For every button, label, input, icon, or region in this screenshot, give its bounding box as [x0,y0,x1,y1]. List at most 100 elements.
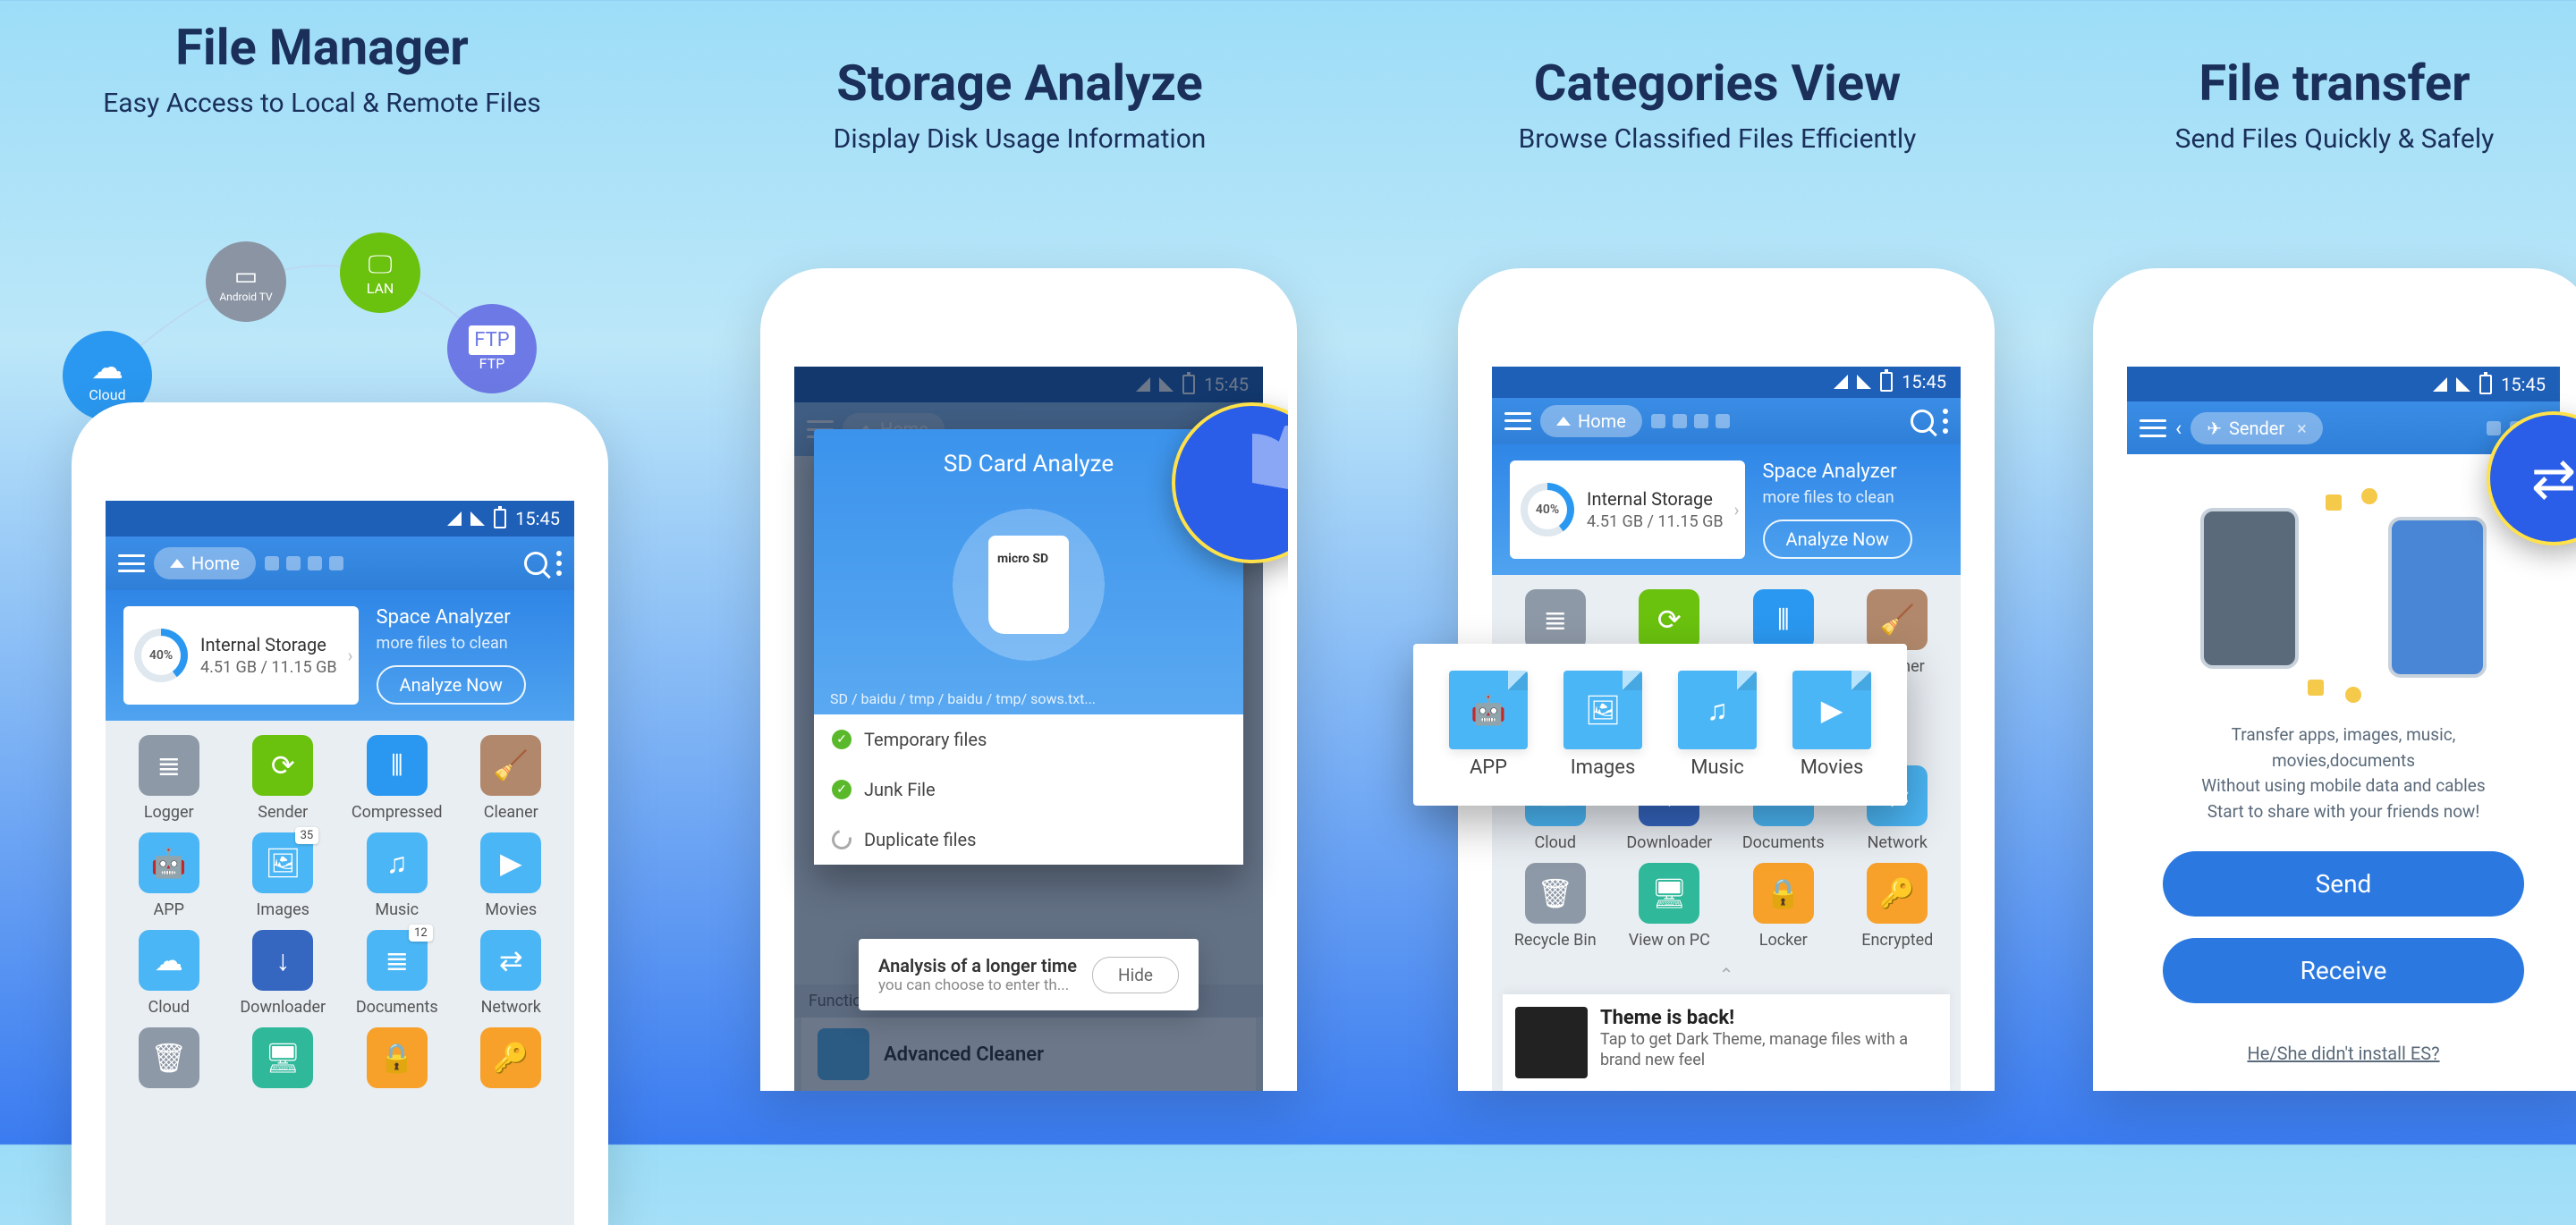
temp-files-row[interactable]: ✓Temporary files [814,714,1243,765]
theme-thumb-icon [1515,1007,1588,1078]
sender-chip[interactable]: ✈Sender× [2190,412,2323,444]
cat-encrypted[interactable]: 🔑 [457,1027,566,1095]
orbit-ftp: FTPFTP [447,304,537,393]
transfer-description: Transfer apps, images, music, movies,doc… [2163,722,2524,824]
phone-storage: 15:45 Home Function Advanced Cleaner SD … [760,268,1297,1091]
cat-sender[interactable]: ⟳Sender [229,735,338,822]
trash-icon: 🗑 [139,1027,199,1088]
cat-cloud[interactable]: ☁Cloud [114,930,224,1017]
panel3-subtitle: Browse Classified Files Efficiently [1519,123,1917,155]
sender-icon: ⟳ [252,735,313,796]
overflow-icon[interactable] [1943,409,1948,434]
popout-music[interactable]: ♫Music [1678,671,1757,779]
cat-compressed[interactable]: ⦀Compressed [343,735,452,822]
orbit-androidtv: ▭Android TV [206,241,286,322]
close-icon[interactable]: × [2297,418,2307,439]
toolbar-mini-icon[interactable] [308,556,322,570]
storage-hero: 40% Internal Storage 4.51 GB / 11.15 GB ›… [106,590,574,721]
cat-locker[interactable]: 🔒 [343,1027,452,1095]
cat-music[interactable]: ♫Music [343,832,452,919]
receive-button[interactable]: Receive [2163,938,2524,1003]
logger-icon: ≣ [139,735,199,796]
duplicate-files-row[interactable]: Duplicate files [814,815,1243,865]
panel2-title: Storage Analyze [836,54,1202,113]
transfer-illustration [2191,499,2496,696]
analyze-now-button[interactable]: Analyze Now [1763,520,1912,559]
toolbar-mini-icon[interactable] [329,556,343,570]
space-analyzer-title: Space Analyzer [377,606,511,629]
internal-storage-card[interactable]: 40% Internal Storage 4.51 GB / 11.15 GB › [123,606,359,705]
panel2-subtitle: Display Disk Usage Information [834,123,1207,155]
install-link[interactable]: He/She didn't install ES? [2247,1043,2439,1064]
menu-icon[interactable] [2140,419,2166,437]
analyze-now-button[interactable]: Analyze Now [377,665,526,705]
spinner-icon [828,826,855,853]
cat-app[interactable]: 🤖APP [114,832,224,919]
popout-app[interactable]: 🤖APP [1449,671,1528,779]
cat-viewpc[interactable]: 🖥View on PC [1615,863,1724,950]
cat-recycle[interactable]: 🗑 [114,1027,224,1095]
app-bar: Home [106,536,574,590]
music-icon: ♫ [1678,671,1757,749]
menu-icon[interactable] [1504,412,1531,430]
junk-file-row[interactable]: ✓Junk File [814,765,1243,815]
image-icon: 🖼35 [252,832,313,893]
broom-icon: 🧹 [480,735,541,796]
cat-network[interactable]: ⇄Network [457,930,566,1017]
sd-card-icon [939,495,1118,674]
hide-button[interactable]: Hide [1092,957,1179,993]
storage-size: 4.51 GB / 11.15 GB [200,658,337,677]
storage-ring-icon: 40% [134,629,188,682]
cat-recycle[interactable]: 🗑Recycle Bin [1501,863,1610,950]
panel4-subtitle: Send Files Quickly & Safely [2175,123,2495,155]
lock-icon: 🔒 [367,1027,428,1088]
home-chip[interactable]: Home [1540,405,1642,437]
cat-locker[interactable]: 🔒Locker [1729,863,1838,950]
popout-images[interactable]: 🖼Images [1563,671,1642,779]
analysis-note: Analysis of a longer timeyou can choose … [859,939,1199,1010]
cloud-icon: ☁ [139,930,199,991]
cat-documents[interactable]: ≣12Documents [343,930,452,1017]
orbit-lan: 🖵LAN [340,232,420,313]
image-icon: 🖼 [1563,671,1642,749]
cat-viewpc[interactable]: 🖥 [229,1027,338,1095]
space-analyzer-sub: more files to clean [377,634,508,653]
search-icon[interactable] [524,552,547,575]
panel4-title: File transfer [2199,54,2470,113]
cat-images[interactable]: 🖼35Images [229,832,338,919]
toolbar-mini-icon[interactable] [265,556,279,570]
toolbar-icon[interactable] [2487,421,2501,435]
cat-encrypted[interactable]: 🔑Encrypted [1843,863,1953,950]
internal-storage-card[interactable]: 40%Internal Storage4.51 GB / 11.15 GB› [1510,460,1745,559]
popout-movies[interactable]: ▶Movies [1792,671,1871,779]
cat-logger[interactable]: ≣Logger [114,735,224,822]
category-grid: ≣Logger ⟳Sender ⦀Compressed 🧹Cleaner 🤖AP… [106,721,574,1110]
movie-icon: ▶ [480,832,541,893]
home-icon [170,559,184,568]
phone-transfer: 15:45 ‹ ✈Sender× Transfer apps, images, … [2093,268,2576,1091]
search-icon[interactable] [1911,410,1934,433]
home-chip[interactable]: Home [154,547,256,579]
storage-name: Internal Storage [200,634,337,655]
clock: 15:45 [515,508,560,529]
cat-downloader[interactable]: ↓Downloader [229,930,338,1017]
check-icon: ✓ [832,730,852,749]
phone-filemanager: 15:45 Home 40% Internal Storage 4.51 GB /… [72,402,608,1225]
overflow-icon[interactable] [556,551,562,576]
menu-icon[interactable] [118,554,145,572]
send-button[interactable]: Send [2163,851,2524,917]
toolbar-mini-icon[interactable] [286,556,301,570]
pc-icon: 🖥 [252,1027,313,1088]
movie-icon: ▶ [1792,671,1871,749]
status-bar: 15:45 [106,501,574,536]
category-popout: 🤖APP 🖼Images ♫Music ▶Movies [1413,644,1907,806]
sd-path: SD / baidu / tmp / baidu / tmp/ sows.txt… [814,683,1243,714]
cat-movies[interactable]: ▶Movies [457,832,566,919]
network-icon: ⇄ [480,930,541,991]
cat-cleaner[interactable]: 🧹Cleaner [457,735,566,822]
download-icon: ↓ [252,930,313,991]
theme-card[interactable]: Theme is back!Tap to get Dark Theme, man… [1503,994,1950,1091]
music-icon: ♫ [367,832,428,893]
chevron-right-icon: › [348,645,353,666]
panel3-title: Categories View [1534,54,1901,113]
